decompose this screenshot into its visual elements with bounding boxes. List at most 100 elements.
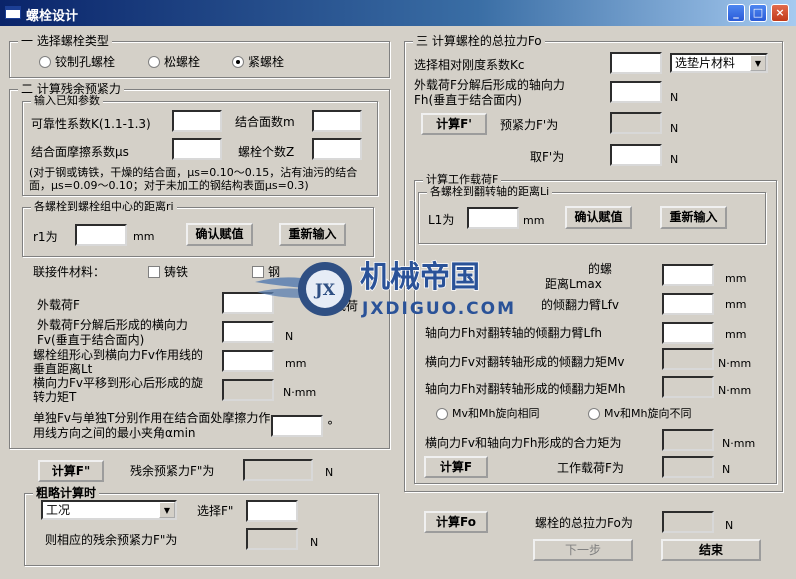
lfh-input[interactable]: [662, 322, 714, 344]
calc-work-load-button[interactable]: 计算F: [424, 456, 488, 478]
fh-input[interactable]: [610, 81, 662, 103]
radio-same-direction-label: Mv和Mh旋向相同: [452, 407, 540, 420]
bolt-type-legend: 一 选择螺栓类型: [18, 34, 112, 48]
radio-loose-bolt-label: 松螺栓: [164, 55, 201, 69]
lfv-label: 的倾翻力臂Lfv: [541, 298, 620, 312]
finish-button[interactable]: 结束: [661, 539, 761, 561]
maximize-button[interactable]: □: [749, 4, 767, 22]
calc-preload-button[interactable]: 计算F': [421, 113, 487, 135]
cast-iron-label: 铸铁: [164, 265, 189, 279]
lt-unit: mm: [285, 357, 307, 370]
total-tension-legend: 三 计算螺栓的总拉力Fo: [413, 34, 545, 48]
lmax-input[interactable]: [662, 264, 714, 286]
gasket-material-value: 选垫片材料: [675, 56, 736, 70]
condition-combo[interactable]: 工况 ▼: [41, 500, 177, 520]
bolt-count-input[interactable]: [312, 138, 362, 160]
confirm-r-button[interactable]: 确认赋值: [186, 223, 253, 246]
r1-label: r1为: [33, 230, 58, 244]
kc-input[interactable]: [610, 52, 662, 74]
radio-diff-direction-label: Mv和Mh旋向不同: [604, 407, 692, 420]
reliability-input[interactable]: [172, 110, 222, 132]
radio-hinged-bolt-label: 铰制孔螺栓: [55, 55, 116, 69]
take-preload-unit: N: [670, 153, 679, 166]
radio-same-direction[interactable]: [436, 408, 448, 420]
friction-coef-label: 结合面摩擦系数μs: [31, 145, 129, 159]
work-load-output: [662, 456, 714, 478]
lfv-input[interactable]: [662, 293, 714, 315]
lfh-unit: mm: [725, 328, 747, 341]
app-icon: [5, 6, 21, 19]
l1-unit: mm: [523, 214, 545, 227]
torque-t-label: 横向力Fv平移到形心后形成的旋转力矩T: [33, 376, 204, 404]
preload-unit: N: [670, 122, 679, 135]
residual-preload-label: 残余预紧力F"为: [130, 464, 215, 478]
condition-combo-value: 工况: [46, 503, 71, 517]
cast-iron-checkbox[interactable]: [148, 266, 160, 278]
watermark-logo: JX 机械帝国 JXDIGUO.COM: [255, 259, 516, 319]
torque-t-unit: N·mm: [283, 386, 317, 399]
fh-label: 外载荷F分解后形成的轴向力Fh(垂直于结合面内): [414, 78, 565, 107]
mh-output: [662, 376, 714, 398]
lfh-label: 轴向力Fh对翻转轴的倾翻力臂Lfh: [425, 326, 603, 340]
li-distance-legend: 各螺栓到翻转轴的距离Li: [427, 185, 553, 199]
total-tension-output: [662, 511, 714, 533]
rough-calc-legend: 粗略计算时: [33, 486, 100, 500]
work-load-label: 工作载荷F为: [557, 461, 624, 475]
material-label: 联接件材料：: [33, 265, 106, 279]
fv-unit: N: [285, 330, 294, 343]
radio-diff-direction[interactable]: [588, 408, 600, 420]
l1-label: L1为: [428, 213, 455, 227]
fv-input[interactable]: [222, 321, 274, 343]
select-residual-label: 选择F": [197, 504, 234, 518]
chevron-down-icon[interactable]: ▼: [750, 55, 766, 71]
confirm-l-button[interactable]: 确认赋值: [565, 206, 632, 229]
torque-t-output: [222, 379, 274, 401]
friction-coef-input[interactable]: [172, 138, 222, 160]
minimize-button[interactable]: _: [727, 4, 745, 22]
window-title: 螺栓设计: [26, 9, 79, 24]
lmax-label-a: 的螺: [588, 262, 613, 276]
mv-label: 横向力Fv对翻转轴形成的倾翻力矩Mv: [425, 355, 625, 369]
reset-r-button[interactable]: 重新输入: [279, 223, 346, 246]
watermark-cn: 机械帝国: [360, 260, 480, 295]
l1-input[interactable]: [467, 207, 519, 229]
watermark-en: JXDIGUO.COM: [361, 299, 516, 319]
select-residual-input[interactable]: [246, 500, 298, 522]
rough-result-output: [246, 528, 298, 550]
lt-label: 螺栓组形心到横向力Fv作用线的垂直距离Lt: [33, 348, 204, 376]
kc-label: 选择相对刚度系数Kc: [414, 58, 525, 72]
calc-residual-button[interactable]: 计算F": [38, 460, 104, 482]
watermark-logo-text: JX: [313, 280, 336, 299]
fv-label: 外载荷F分解后形成的横向力Fv(垂直于结合面内): [37, 318, 188, 347]
combined-moment-output: [662, 429, 714, 451]
lmax-label-b: 距离Lmax: [545, 277, 602, 291]
lmax-unit: mm: [725, 272, 747, 285]
mv-output: [662, 348, 714, 370]
rough-result-label: 则相应的残余预紧力F"为: [45, 533, 178, 547]
close-button[interactable]: ×: [771, 4, 789, 22]
radio-loose-bolt[interactable]: [148, 56, 160, 68]
reset-l-button[interactable]: 重新输入: [660, 206, 727, 229]
calc-total-tension-button[interactable]: 计算Fo: [424, 511, 488, 533]
alpha-min-unit: °: [327, 419, 333, 433]
radio-hinged-bolt[interactable]: [39, 56, 51, 68]
gasket-material-combo[interactable]: 选垫片材料 ▼: [670, 53, 768, 73]
bolt-distance-legend: 各螺栓到螺栓组中心的距离ri: [31, 200, 177, 214]
r1-input[interactable]: [75, 224, 127, 246]
radio-tight-bolt[interactable]: [232, 56, 244, 68]
title-bar: 螺栓设计 _ □ ×: [0, 0, 796, 26]
total-tension-label: 螺栓的总拉力Fo为: [535, 516, 633, 530]
lt-input[interactable]: [222, 350, 274, 372]
bolt-count-label: 螺栓个数Z: [238, 145, 295, 159]
next-step-button[interactable]: 下一步: [533, 539, 633, 561]
total-tension-unit: N: [725, 519, 734, 532]
combined-moment-unit: N·mm: [722, 437, 756, 450]
mh-label: 轴向力Fh对翻转轴形成的倾翻力矩Mh: [425, 382, 626, 396]
chevron-down-icon[interactable]: ▼: [159, 502, 175, 518]
joint-faces-input[interactable]: [312, 110, 362, 132]
take-preload-input[interactable]: [610, 144, 662, 166]
alpha-min-input[interactable]: [271, 415, 323, 437]
joint-faces-label: 结合面数m: [235, 115, 295, 129]
combined-moment-label: 横向力Fv和轴向力Fh形成的合力矩为: [425, 436, 622, 450]
residual-preload-output: [243, 459, 313, 481]
